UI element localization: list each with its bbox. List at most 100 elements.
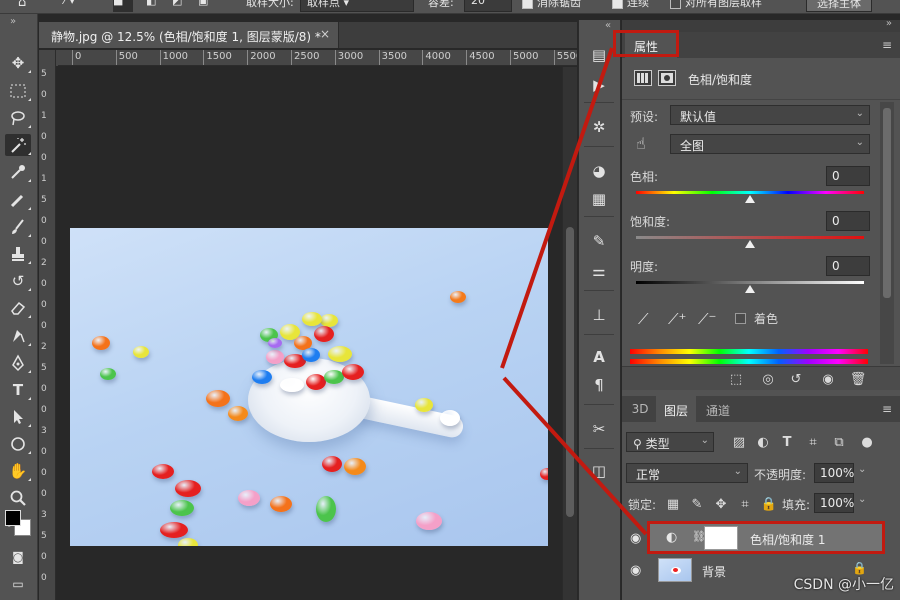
clone-source-panel-icon[interactable]: ⊥: [586, 304, 612, 326]
channel-select[interactable]: 全图 ⌄: [670, 134, 870, 154]
lightness-slider-thumb[interactable]: [745, 285, 755, 293]
quick-mask-icon[interactable]: ◙: [5, 546, 31, 568]
layer-visibility-eye-icon[interactable]: ◉: [630, 531, 646, 547]
antialias-checkbox[interactable]: 消除锯齿: [522, 0, 581, 12]
layer-filter-select[interactable]: ⚲ 类型 ⌄: [626, 432, 714, 452]
layer-lock-icon[interactable]: 🔒: [852, 561, 867, 575]
hue-slider-thumb[interactable]: [745, 195, 755, 203]
adjustments-panel-icon[interactable]: ⚌: [586, 260, 612, 282]
lock-position-icon[interactable]: ✥: [712, 494, 730, 514]
preset-select[interactable]: 默认值 ⌄: [670, 105, 870, 125]
clip-to-layer-icon[interactable]: ⬚: [726, 370, 746, 388]
filter-toggle-icon[interactable]: ●: [858, 432, 876, 452]
properties-panel-menu-icon[interactable]: ≡: [882, 38, 892, 52]
add-selection-icon[interactable]: ◧: [146, 0, 156, 12]
lock-image-pixels-icon[interactable]: ✎: [688, 494, 706, 514]
hue-slider-track[interactable]: [636, 191, 864, 194]
lasso-tool-icon[interactable]: [5, 107, 31, 129]
filter-adjustment-layers-icon[interactable]: ◐: [754, 432, 772, 452]
delete-adjustment-icon[interactable]: 🗑: [848, 370, 868, 388]
layer-mask-icon[interactable]: [658, 70, 676, 86]
tab-channels[interactable]: 通道: [698, 396, 738, 422]
collapse-toolbar-icon[interactable]: »: [10, 16, 16, 27]
horizontal-ruler[interactable]: 0 500 1000 1500 2000 2500 3000 3500 4000 4500 5000…: [58, 50, 577, 66]
shape-tool-icon[interactable]: [5, 433, 31, 455]
filter-pixel-layers-icon[interactable]: ▨: [730, 432, 748, 452]
swatches-panel-icon[interactable]: ▦: [586, 188, 612, 210]
scrollbar-thumb[interactable]: [566, 227, 574, 517]
collapse-panels-icon[interactable]: «: [605, 20, 611, 31]
home-icon[interactable]: ⌂: [18, 0, 26, 13]
saturation-slider-thumb[interactable]: [745, 240, 755, 248]
actions-panel-icon[interactable]: ▶: [586, 74, 612, 96]
hand-tool-icon[interactable]: ✋: [5, 460, 31, 482]
history-brush-tool-icon[interactable]: ↺: [5, 270, 31, 292]
type-tool-icon[interactable]: T: [5, 379, 31, 401]
lock-all-icon[interactable]: 🔒: [760, 494, 778, 514]
filter-smart-objects-icon[interactable]: ⧉: [830, 432, 848, 452]
eraser-tool-icon[interactable]: [5, 297, 31, 319]
lock-transparent-pixels-icon[interactable]: ▦: [664, 494, 682, 514]
zoom-tool-icon[interactable]: [5, 487, 31, 509]
lightness-input[interactable]: 0: [826, 256, 870, 276]
sample-all-layers-checkbox[interactable]: 对所有图层取样: [670, 0, 762, 12]
tool-presets-panel-icon[interactable]: ✂: [586, 418, 612, 440]
add-to-sample-eyedropper-icon[interactable]: ⟋⁺: [668, 310, 686, 328]
sample-size-select[interactable]: 取样点 ▾: [300, 0, 414, 12]
contiguous-checkbox[interactable]: 连续: [612, 0, 649, 12]
properties-scrollbar[interactable]: [880, 102, 894, 364]
intersect-selection-icon[interactable]: ▣: [198, 0, 208, 12]
lightness-slider-track[interactable]: [636, 281, 864, 284]
eyedropper-icon[interactable]: ⟋: [638, 310, 656, 328]
path-selection-tool-icon[interactable]: [5, 406, 31, 428]
view-previous-state-icon[interactable]: ◎: [758, 370, 778, 388]
layers-panel-menu-icon[interactable]: ≡: [882, 402, 892, 416]
tab-layers[interactable]: 图层: [656, 396, 696, 422]
close-document-icon[interactable]: ×: [320, 27, 330, 41]
targeted-adjustment-hand-icon[interactable]: ☝: [636, 134, 646, 153]
document-image[interactable]: [70, 228, 548, 546]
layer-visibility-eye-icon[interactable]: ◉: [630, 563, 646, 579]
toggle-visibility-icon[interactable]: ◉: [818, 370, 838, 388]
adjustment-layer-icon[interactable]: [634, 70, 652, 86]
history-panel-icon[interactable]: ▤: [586, 44, 612, 66]
canvas-vertical-scrollbar[interactable]: [562, 67, 577, 600]
document-tab[interactable]: 静物.jpg @ 12.5% (色相/饱和度 1, 图层蒙版/8) * ×: [39, 22, 339, 48]
magic-wand-tool-icon[interactable]: [5, 134, 31, 156]
clone-stamp-tool-icon[interactable]: [5, 243, 31, 265]
hue-input[interactable]: 0: [826, 166, 870, 186]
opacity-input[interactable]: 100%: [814, 463, 854, 483]
subtract-from-sample-eyedropper-icon[interactable]: ⟋⁻: [698, 310, 716, 328]
tab-3d[interactable]: 3D: [626, 396, 654, 422]
screen-mode-icon[interactable]: ▭: [5, 573, 31, 595]
brush-tool-icon[interactable]: [5, 216, 31, 238]
gradient-tool-icon[interactable]: [5, 325, 31, 347]
select-subject-button[interactable]: 选择主体: [806, 0, 872, 12]
filter-shape-layers-icon[interactable]: ⌗: [804, 432, 822, 452]
scrollbar-thumb[interactable]: [883, 108, 891, 298]
new-selection-icon[interactable]: ■: [113, 0, 133, 12]
foreground-color-swatch[interactable]: [5, 510, 21, 526]
magic-wand-preset-icon[interactable]: ⁄ ▾: [64, 0, 75, 12]
layer-name[interactable]: 背景: [702, 563, 726, 580]
fill-chevron-icon[interactable]: ⌄: [858, 494, 866, 505]
saturation-input[interactable]: 0: [826, 211, 870, 231]
saturation-slider-track[interactable]: [636, 236, 864, 239]
pen-tool-icon[interactable]: [5, 352, 31, 374]
blend-mode-select[interactable]: 正常 ⌄: [626, 463, 748, 483]
lock-artboard-icon[interactable]: ⌗: [736, 494, 754, 514]
vertical-ruler[interactable]: 5 0 1 0 0 1 5 0 0 2 0 0 0 2 5 0 0 3 0 0 0 3 5 0 0: [39, 50, 56, 600]
marquee-tool-icon[interactable]: [5, 80, 31, 102]
collapse-dock-icon[interactable]: »: [886, 18, 892, 29]
tolerance-input[interactable]: 20: [464, 0, 512, 12]
fill-input[interactable]: 100%: [814, 493, 854, 513]
character-panel-icon[interactable]: A: [586, 346, 612, 368]
colorize-checkbox[interactable]: [735, 313, 746, 324]
paragraph-panel-icon[interactable]: ¶: [586, 374, 612, 396]
move-tool-icon[interactable]: ✥: [5, 52, 31, 74]
reset-adjustment-icon[interactable]: ↺: [786, 370, 806, 388]
brush-settings-panel-icon[interactable]: ✲: [586, 116, 612, 138]
opacity-chevron-icon[interactable]: ⌄: [858, 464, 866, 475]
filter-type-layers-icon[interactable]: T: [778, 432, 796, 452]
eyedropper-tool-icon[interactable]: [5, 161, 31, 183]
